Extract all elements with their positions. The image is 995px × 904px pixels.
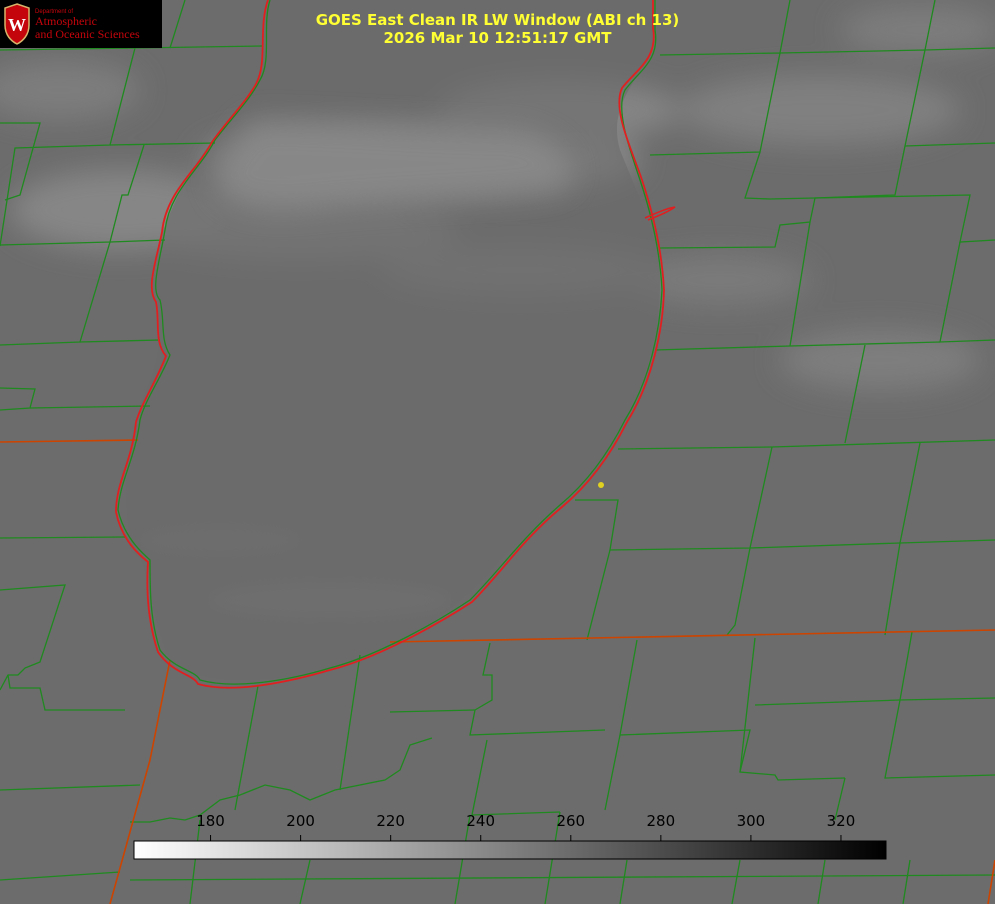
colorbar-tick-label: 300 <box>736 812 766 830</box>
colorbar-tick-label: 220 <box>376 812 405 830</box>
logo-line2-text: and Oceanic Sciences <box>35 27 140 41</box>
colorbar-tick-label: 320 <box>826 812 856 830</box>
location-dot-icon <box>598 482 604 488</box>
seal-letter: W <box>8 15 26 35</box>
uw-seal-icon: W <box>4 3 30 45</box>
uw-aos-logo: W Department of Atmospheric and Oceanic … <box>0 0 162 48</box>
colorbar-tick-label: 180 <box>196 812 225 830</box>
colorbar-tick-label: 200 <box>286 812 315 830</box>
colorbar-tick-label: 260 <box>556 812 586 830</box>
satellite-map <box>0 0 995 904</box>
colorbar-tick-label: 280 <box>646 812 676 830</box>
colorbar-tick-label: 240 <box>466 812 496 830</box>
logo-line1-text: Atmospheric <box>35 14 97 28</box>
image-title: GOES East Clean IR LW Window (ABI ch 13) <box>315 11 680 29</box>
colorbar-gradient <box>133 840 887 860</box>
image-timestamp: 2026 Mar 10 12:51:17 GMT <box>383 29 612 47</box>
